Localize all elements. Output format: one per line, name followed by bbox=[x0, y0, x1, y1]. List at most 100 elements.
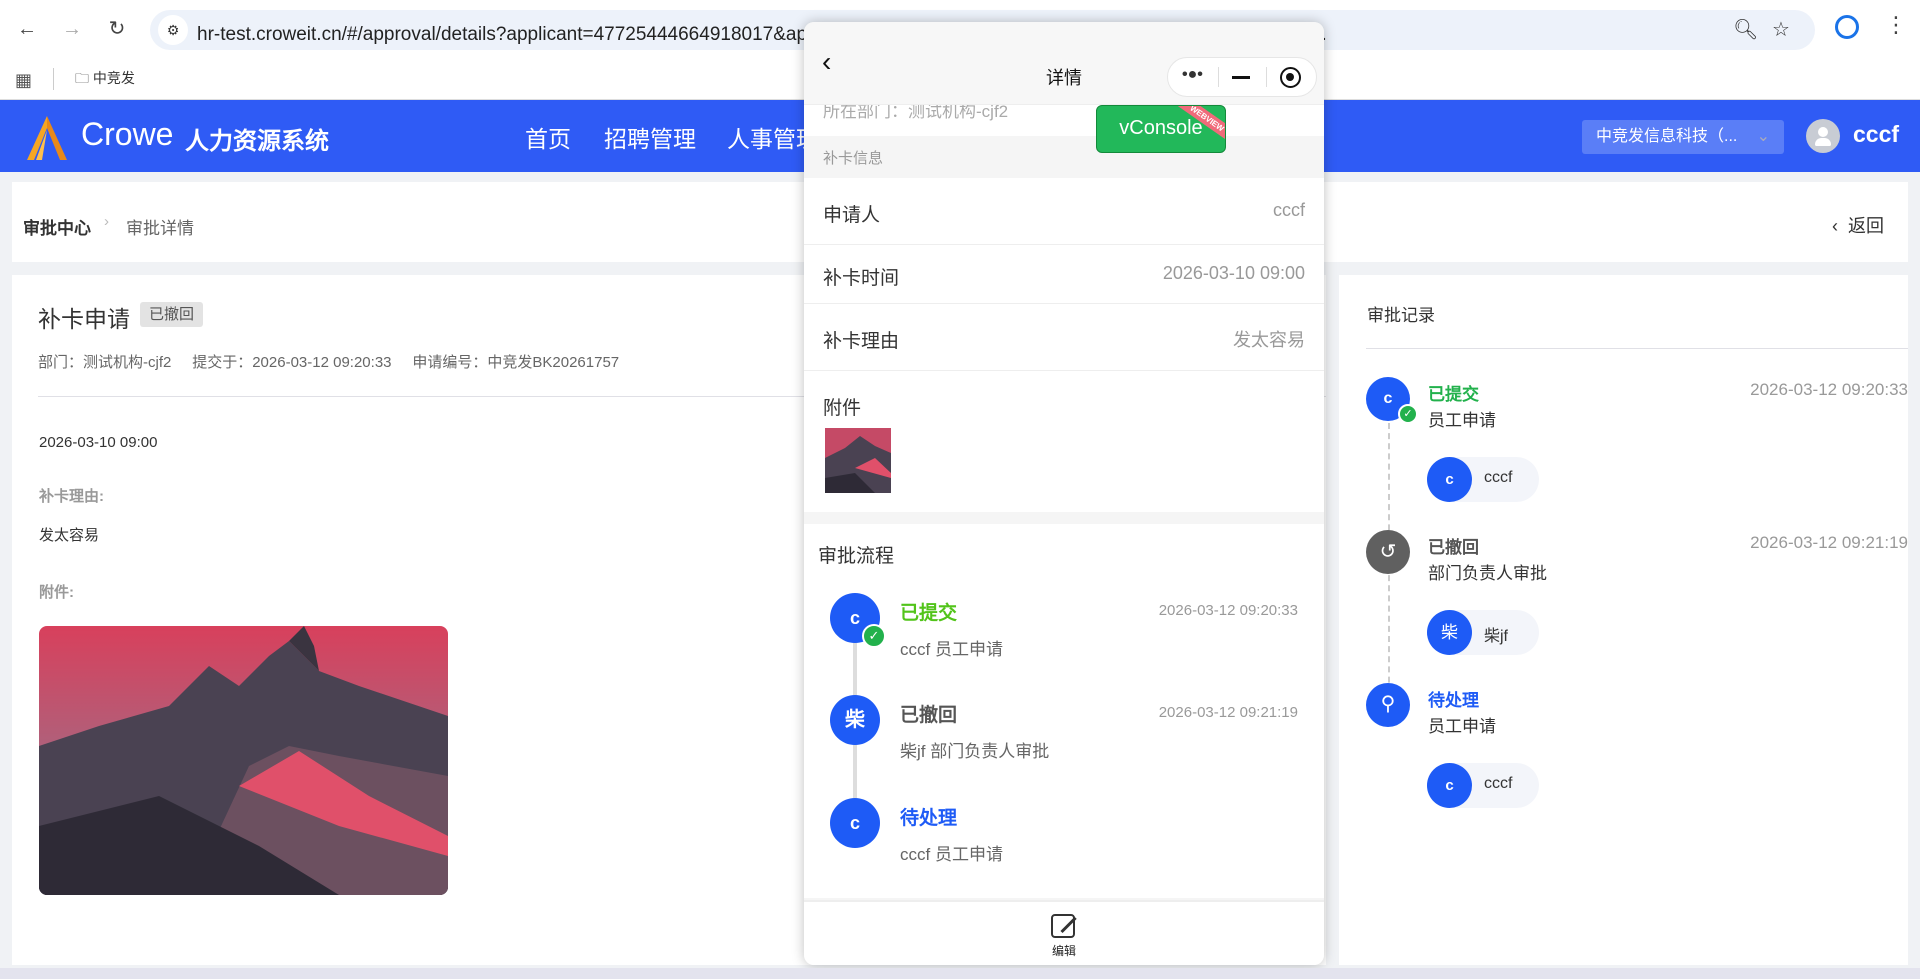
edit-button[interactable]: 编辑 bbox=[804, 900, 1324, 965]
submit-time: 2026-03-12 09:20:33 bbox=[252, 354, 392, 371]
partial-row: 所在部门：测试机构-cjf2 bbox=[804, 105, 1324, 136]
edit-label: 编辑 bbox=[1051, 944, 1076, 958]
apps-icon[interactable]: ▦ bbox=[15, 70, 32, 91]
bookmark-folder[interactable]: 🗀 中竞发 bbox=[75, 68, 135, 92]
person-chip: 柴柴jf bbox=[1427, 610, 1539, 655]
row-label: 附件 bbox=[823, 398, 862, 419]
company-value: 中竞发信息科技（... bbox=[1596, 128, 1738, 145]
username[interactable]: cccf bbox=[1853, 121, 1899, 148]
row-value: 发太容易 bbox=[1233, 330, 1305, 350]
row-label: 补卡时间 bbox=[823, 268, 900, 289]
reason-value: 发太容易 bbox=[39, 527, 100, 544]
forward-arrow-icon[interactable]: → bbox=[57, 14, 87, 44]
avatar[interactable] bbox=[1806, 119, 1840, 153]
flow-status: 待处理 bbox=[900, 808, 958, 829]
flow-item: 柴 已撤回 2026-03-12 09:21:19 柴jf 部门负责人审批 bbox=[804, 695, 1324, 785]
section-title: 补卡信息 bbox=[823, 150, 884, 167]
minimize-icon[interactable] bbox=[1232, 76, 1250, 79]
divider bbox=[1366, 348, 1908, 349]
popup-navbar: ‹ 详情 •●• bbox=[804, 22, 1324, 105]
record-node: 员工申请 bbox=[1428, 717, 1496, 736]
person-chip: c cccf bbox=[1427, 763, 1539, 808]
row-value: cccf bbox=[1272, 200, 1305, 220]
chevron-right-icon: › bbox=[104, 213, 109, 230]
brand-name: Crowe bbox=[81, 116, 174, 152]
avatar: 柴 bbox=[1427, 610, 1472, 655]
company-select[interactable]: 中竞发信息科技（... ⌄ bbox=[1582, 120, 1784, 154]
meta-line: 部门：测试机构-cjf2 提交于：2026-03-12 09:20:33 申请编… bbox=[38, 354, 620, 371]
vconsole-button[interactable]: vConsole WEBVIEW bbox=[1096, 105, 1226, 153]
dept-value: 测试机构-cjf2 bbox=[83, 354, 172, 371]
flow-status: 已撤回 bbox=[900, 705, 958, 726]
attachment-label: 附件: bbox=[39, 584, 74, 601]
back-button[interactable]: ‹ 返回 bbox=[1832, 212, 1884, 238]
record-time: 2026-03-12 09:20:33 bbox=[1750, 380, 1908, 399]
person-name: 柴jf bbox=[1484, 628, 1509, 645]
more-icon[interactable]: •●• bbox=[1182, 66, 1203, 84]
breadcrumb-current: 审批详情 bbox=[126, 219, 194, 238]
menu-icon[interactable]: ⋮ bbox=[1885, 12, 1907, 38]
attachment-row: 附件 bbox=[804, 371, 1324, 512]
info-row: 补卡时间 2026-03-10 09:00 bbox=[804, 245, 1324, 304]
record-item: c ✓ 已提交 员工申请 2026-03-12 09:20:33 c cccf bbox=[1339, 377, 1908, 507]
back-arrow-icon[interactable]: ← bbox=[12, 14, 42, 44]
zoom-icon[interactable]: 🔍︎ bbox=[1733, 17, 1758, 42]
flow-section: 审批流程 c ✓ 已提交 2026-03-12 09:20:33 cccf 员工… bbox=[804, 524, 1324, 898]
info-row: 补卡理由 发太容易 bbox=[804, 304, 1324, 371]
chevron-down-icon: ⌄ bbox=[1756, 128, 1770, 145]
flow-desc: cccf 员工申请 bbox=[900, 845, 1003, 864]
flow-item: c ✓ 已提交 2026-03-12 09:20:33 cccf 员工申请 bbox=[804, 593, 1324, 683]
bookmark-label: 中竞发 bbox=[92, 70, 135, 86]
flow-title: 审批流程 bbox=[818, 546, 895, 567]
reload-icon[interactable]: ↻ bbox=[102, 14, 132, 44]
record-item: ⚲ 待处理 员工申请 c cccf bbox=[1339, 683, 1908, 813]
record-title: 审批记录 bbox=[1367, 306, 1435, 325]
record-status: 已提交 bbox=[1428, 385, 1479, 404]
nav-recruit[interactable]: 招聘管理 bbox=[604, 120, 696, 154]
avatar: c bbox=[1427, 763, 1472, 808]
reason-label: 补卡理由: bbox=[39, 488, 104, 505]
info-row: 申请人 cccf bbox=[804, 178, 1324, 245]
crowe-logo-icon bbox=[27, 116, 67, 160]
attachment-image[interactable] bbox=[39, 626, 448, 895]
edit-icon bbox=[1051, 914, 1077, 938]
system-name: 人力资源系统 bbox=[185, 128, 329, 155]
vconsole-label: vConsole bbox=[1119, 117, 1203, 139]
status-badge: 已撤回 bbox=[140, 302, 204, 327]
flow-status: 已提交 bbox=[900, 603, 958, 624]
undo-icon: ↺ bbox=[1366, 530, 1410, 574]
dept-row: 所在部门：测试机构-cjf2 bbox=[823, 105, 1009, 121]
taskbar bbox=[0, 968, 1920, 979]
site-settings-icon[interactable]: ⚙ bbox=[158, 15, 188, 45]
stamp-icon: ⚲ bbox=[1366, 683, 1410, 727]
attachment-thumbnail[interactable] bbox=[825, 428, 891, 493]
punch-date: 2026-03-10 09:00 bbox=[39, 434, 158, 451]
record-node: 部门负责人审批 bbox=[1428, 564, 1547, 583]
nav-home[interactable]: 首页 bbox=[525, 120, 571, 154]
application-no: 中竞发BK20261757 bbox=[487, 354, 620, 371]
check-icon: ✓ bbox=[1398, 404, 1418, 424]
person-chip: c cccf bbox=[1427, 457, 1539, 502]
person-name: cccf bbox=[1484, 469, 1513, 486]
record-status: 已撤回 bbox=[1428, 538, 1479, 557]
divider bbox=[53, 68, 54, 90]
row-value: 2026-03-10 09:00 bbox=[1162, 263, 1305, 283]
record-status: 待处理 bbox=[1428, 691, 1479, 710]
avatar: c bbox=[1427, 457, 1472, 502]
flow-desc: 柴jf 部门负责人审批 bbox=[900, 742, 1050, 761]
folder-icon: 🗀 bbox=[75, 70, 89, 86]
breadcrumb-root[interactable]: 审批中心 bbox=[23, 214, 91, 239]
star-icon[interactable]: ☆ bbox=[1772, 17, 1790, 42]
check-icon: ✓ bbox=[862, 624, 886, 648]
capsule-menu: •●• bbox=[1167, 57, 1317, 97]
back-label: 返回 bbox=[1848, 216, 1885, 236]
close-mini-icon[interactable] bbox=[1280, 67, 1301, 88]
profile-icon[interactable] bbox=[1835, 15, 1859, 39]
avatar: c bbox=[830, 798, 880, 848]
flow-desc: cccf 员工申请 bbox=[900, 640, 1003, 659]
mini-program-window: ‹ 详情 •●• 所在部门：测试机构-cjf2 vConsole WEBVIEW … bbox=[804, 22, 1324, 965]
flow-time: 2026-03-12 09:20:33 bbox=[1158, 602, 1298, 619]
row-label: 申请人 bbox=[823, 205, 881, 226]
record-item: ↺ 已撤回 部门负责人审批 2026-03-12 09:21:19 柴柴jf bbox=[1339, 530, 1908, 660]
record-time: 2026-03-12 09:21:19 bbox=[1750, 533, 1908, 552]
